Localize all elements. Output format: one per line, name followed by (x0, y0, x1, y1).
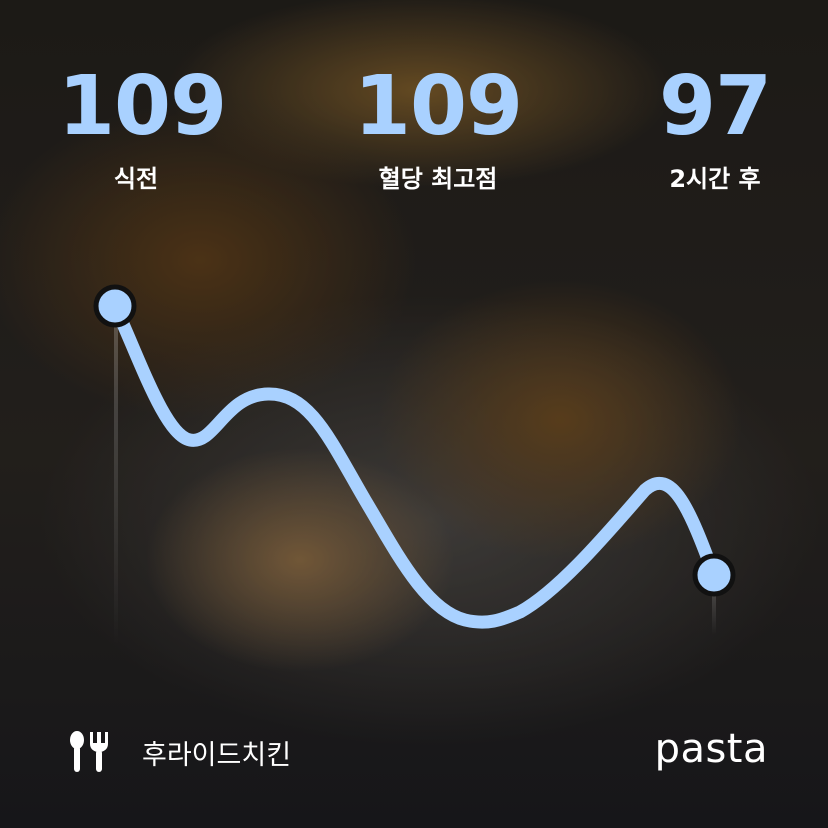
start-marker (93, 284, 137, 328)
food-name: 후라이드치킨 (142, 739, 292, 771)
brand-logo: pasta (654, 726, 768, 772)
utensils-icon (70, 731, 108, 772)
glucose-curve-line (108, 299, 721, 629)
start-marker-guide (114, 306, 118, 646)
glucose-share-card: 109 식전 109 혈당 최고점 97 2시간 후 후라이드치킨 pasta (0, 0, 828, 828)
end-marker (692, 553, 736, 597)
glucose-curve-graph (93, 284, 736, 646)
food-row: 후라이드치킨 (66, 730, 291, 774)
